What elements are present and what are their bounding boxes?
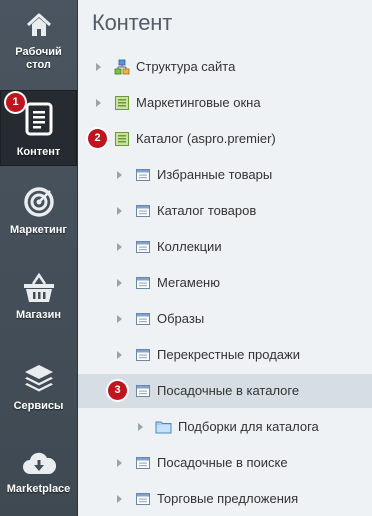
sidebar-item-marketing[interactable]: Маркетинг bbox=[0, 186, 77, 246]
site-structure-icon bbox=[114, 59, 130, 75]
tree-item-label: Маркетинговые окна bbox=[136, 95, 261, 110]
tree-item-label: Перекрестные продажи bbox=[157, 347, 300, 362]
tree-item-label: Посадочные в поиске bbox=[157, 455, 288, 470]
tree-item-catalog-selections[interactable]: Подборки для каталога bbox=[78, 410, 372, 444]
tree-item-label: Мегаменю bbox=[157, 275, 220, 290]
expand-arrow-icon[interactable] bbox=[117, 351, 122, 359]
content-panel: Контент Структура сайта Маркетинговые ок… bbox=[78, 0, 372, 516]
iblock-type-icon bbox=[115, 96, 129, 110]
layers-icon bbox=[24, 365, 53, 392]
tree-item-favorite-products[interactable]: Избранные товары bbox=[78, 158, 372, 192]
sidebar-item-label: Маркетинг bbox=[10, 224, 67, 236]
sidebar-item-label: Магазин bbox=[15, 309, 62, 321]
iblock-icon bbox=[136, 205, 150, 217]
tree-item-trade-offers[interactable]: Торговые предложения bbox=[78, 482, 372, 516]
tree-item-marketing-windows[interactable]: Маркетинговые окна bbox=[78, 86, 372, 120]
sidebar-item-marketplace[interactable]: Marketplace bbox=[0, 450, 77, 510]
sidebar-item-label: Сервисы bbox=[13, 400, 64, 412]
iblock-type-icon bbox=[115, 132, 129, 146]
iblock-icon bbox=[136, 349, 150, 361]
tree-item-label: Структура сайта bbox=[136, 59, 236, 74]
iblock-icon bbox=[136, 385, 150, 397]
tree-item-label: Посадочные в каталоге bbox=[157, 383, 300, 398]
tree-item-label: Торговые предложения bbox=[157, 491, 299, 506]
tree-item-search-landings[interactable]: Посадочные в поиске bbox=[78, 446, 372, 480]
expand-arrow-icon[interactable] bbox=[117, 315, 122, 323]
tree-item-label: Коллекции bbox=[157, 239, 222, 254]
sidebar-item-label-line2: стол bbox=[26, 59, 51, 71]
step-badge-1: 1 bbox=[6, 93, 25, 112]
tree-item-catalog-aspro[interactable]: Каталог (aspro.premier) bbox=[78, 122, 372, 156]
folder-icon bbox=[155, 421, 172, 434]
cloud-download-icon bbox=[22, 452, 56, 474]
target-icon bbox=[23, 187, 54, 217]
sidebar-item-services[interactable]: Сервисы bbox=[0, 362, 77, 422]
expand-arrow-icon[interactable] bbox=[138, 423, 143, 431]
iblock-icon bbox=[136, 277, 150, 289]
step-badge-3: 3 bbox=[108, 381, 127, 400]
expand-arrow-icon[interactable] bbox=[117, 495, 122, 503]
sidebar-item-label: Marketplace bbox=[6, 483, 71, 495]
sidebar-item-label: Контент bbox=[16, 146, 61, 158]
expand-arrow-icon[interactable] bbox=[117, 279, 122, 287]
tree-item-label: Избранные товары bbox=[157, 167, 273, 182]
sidebar-item-desktop[interactable]: Рабочий стол bbox=[0, 8, 77, 80]
expand-arrow-icon[interactable] bbox=[117, 459, 122, 467]
step-badge-2: 2 bbox=[88, 129, 107, 148]
iblock-icon bbox=[136, 241, 150, 253]
iblock-icon bbox=[136, 457, 150, 469]
tree-item-label: Каталог товаров bbox=[157, 203, 257, 218]
basket-icon bbox=[23, 272, 54, 302]
tree-item-product-catalog[interactable]: Каталог товаров bbox=[78, 194, 372, 228]
iblock-icon bbox=[136, 493, 150, 505]
tree-item-looks[interactable]: Образы bbox=[78, 302, 372, 336]
tree-item-cross-sales[interactable]: Перекрестные продажи bbox=[78, 338, 372, 372]
document-icon bbox=[25, 102, 52, 136]
left-sidebar: Рабочий стол Контент Маркетинг Магазин С… bbox=[0, 0, 78, 516]
expand-arrow-icon[interactable] bbox=[117, 207, 122, 215]
iblock-icon bbox=[136, 169, 150, 181]
tree-item-collections[interactable]: Коллекции bbox=[78, 230, 372, 264]
page-title: Контент bbox=[92, 10, 173, 35]
expand-arrow-icon[interactable] bbox=[96, 99, 101, 107]
home-icon bbox=[26, 13, 51, 36]
tree-item-megamenu[interactable]: Мегаменю bbox=[78, 266, 372, 300]
sidebar-item-label: Рабочий bbox=[15, 46, 62, 58]
expand-arrow-icon[interactable] bbox=[96, 63, 101, 71]
iblock-icon bbox=[136, 313, 150, 325]
sidebar-item-shop[interactable]: Магазин bbox=[0, 272, 77, 332]
expand-arrow-icon[interactable] bbox=[117, 171, 122, 179]
expand-arrow-icon[interactable] bbox=[117, 243, 122, 251]
tree-item-label: Образы bbox=[157, 311, 205, 326]
tree-item-label: Каталог (aspro.premier) bbox=[136, 131, 276, 146]
tree-item-site-structure[interactable]: Структура сайта bbox=[78, 50, 372, 84]
tree-item-label: Подборки для каталога bbox=[178, 419, 319, 434]
